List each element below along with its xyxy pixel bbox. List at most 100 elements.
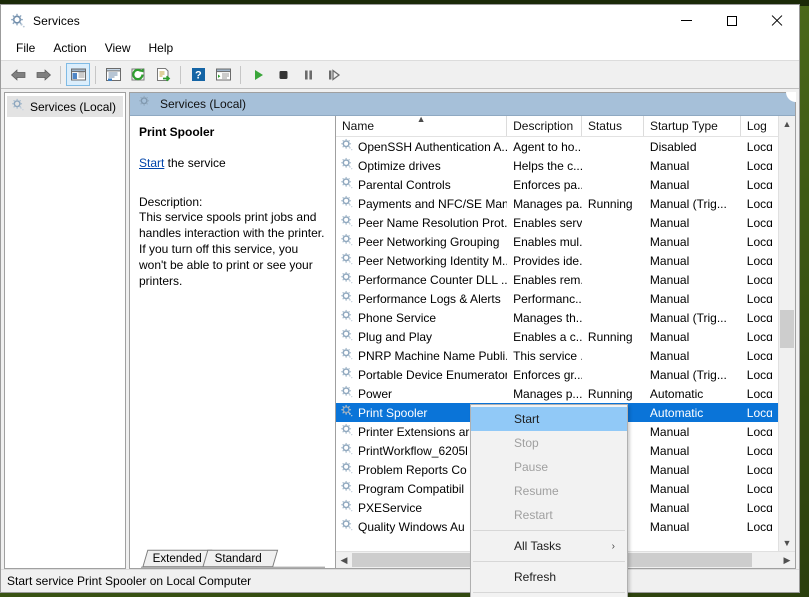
start-service-link[interactable]: Start	[139, 156, 164, 170]
scroll-down-arrow[interactable]: ▼	[779, 535, 795, 551]
table-row[interactable]: PNRP Machine Name Publi...This service .…	[336, 346, 778, 365]
table-row[interactable]: Payments and NFC/SE Man...Manages pa...R…	[336, 194, 778, 213]
cell-startup-type: Manual (Trig...	[644, 197, 741, 211]
service-name-label: Peer Networking Identity M...	[358, 254, 507, 268]
service-name-label: Payments and NFC/SE Man...	[358, 197, 507, 211]
cell-description: Provides ide...	[507, 254, 582, 268]
show-action-pane-icon[interactable]	[211, 63, 235, 86]
vertical-scroll-track[interactable]	[779, 132, 795, 535]
services-window: Services File Action View Help	[0, 4, 800, 593]
start-service-icon[interactable]	[246, 63, 270, 86]
help-icon[interactable]: ?	[186, 63, 210, 86]
cell-description: Enables mul...	[507, 235, 582, 249]
minimize-button[interactable]	[664, 5, 709, 36]
service-name-label: PrintWorkflow_6205l	[358, 444, 468, 458]
back-icon[interactable]	[6, 63, 30, 86]
column-header-name[interactable]: ▲ Name	[336, 116, 507, 136]
cell-description: Performanc...	[507, 292, 582, 306]
column-header-description[interactable]: Description	[507, 116, 582, 136]
restart-service-icon[interactable]	[321, 63, 345, 86]
service-details-panel: Print Spooler Start the service Descript…	[130, 116, 336, 568]
properties-icon[interactable]	[101, 63, 125, 86]
console-tree-pane: Services (Local)	[4, 92, 126, 569]
description-text: This service spools print jobs and handl…	[139, 209, 325, 289]
table-row[interactable]: Peer Networking GroupingEnables mul...Ma…	[336, 232, 778, 251]
vertical-scrollbar[interactable]: ▲ ▼	[778, 116, 795, 551]
table-row[interactable]: Peer Name Resolution Prot...Enables serv…	[336, 213, 778, 232]
cell-description: Enables rem...	[507, 273, 582, 287]
menu-item-start[interactable]: Start	[471, 407, 627, 431]
svg-text:Standard: Standard	[215, 552, 262, 565]
show-hide-console-tree-icon[interactable]	[66, 63, 90, 86]
menu-item-refresh[interactable]: Refresh	[471, 565, 627, 589]
stop-service-icon[interactable]	[271, 63, 295, 86]
menu-file[interactable]: File	[7, 38, 44, 58]
scroll-right-arrow[interactable]: ▶	[779, 552, 795, 568]
column-label: Startup Type	[650, 119, 718, 133]
table-row[interactable]: Parental ControlsEnforces pa...ManualLoc…	[336, 175, 778, 194]
status-bar: Start service Print Spooler on Local Com…	[1, 569, 799, 592]
table-row[interactable]: OpenSSH Authentication A...Agent to ho..…	[336, 137, 778, 156]
table-row[interactable]: Performance Logs & AlertsPerformanc...Ma…	[336, 289, 778, 308]
table-row[interactable]: Phone ServiceManages th...Manual (Trig..…	[336, 308, 778, 327]
cell-startup-type: Manual	[644, 330, 741, 344]
maximize-button[interactable]	[709, 5, 754, 36]
cell-description: Manages p...	[507, 387, 582, 401]
vertical-scroll-thumb[interactable]	[780, 310, 794, 348]
cell-startup-type: Manual	[644, 216, 741, 230]
window-title: Services	[33, 14, 80, 28]
cell-name: Parental Controls	[336, 176, 507, 193]
cell-logon-as: Locɑ	[741, 216, 778, 230]
refresh-icon[interactable]	[126, 63, 150, 86]
cell-logon-as: Locɑ	[741, 140, 778, 154]
table-row[interactable]: Optimize drivesHelps the c...ManualLocɑ	[336, 156, 778, 175]
cell-startup-type: Manual	[644, 520, 741, 534]
cell-description: Enables a c...	[507, 330, 582, 344]
service-name-label: Quality Windows Au	[358, 520, 465, 534]
table-row[interactable]: Plug and PlayEnables a c...RunningManual…	[336, 327, 778, 346]
cell-logon-as: Locɑ	[741, 330, 778, 344]
pause-service-icon[interactable]	[296, 63, 320, 86]
cell-startup-type: Manual	[644, 463, 741, 477]
service-gear-icon	[340, 290, 354, 307]
cell-name: Phone Service	[336, 309, 507, 326]
service-gear-icon	[340, 442, 354, 459]
menu-item-restart: Restart	[471, 503, 627, 527]
service-gear-icon	[340, 518, 354, 535]
cell-name: PNRP Machine Name Publi...	[336, 347, 507, 364]
scroll-up-arrow[interactable]: ▲	[779, 116, 795, 132]
cell-logon-as: Locɑ	[741, 235, 778, 249]
menu-action[interactable]: Action	[44, 38, 95, 58]
action-suffix-text: the service	[164, 156, 225, 170]
services-gear-icon	[11, 98, 25, 115]
service-name-label: Performance Counter DLL ...	[358, 273, 507, 287]
context-menu: StartStopPauseResumeRestartAll Tasks›Ref…	[470, 404, 628, 597]
menu-help[interactable]: Help	[140, 38, 183, 58]
column-label: Status	[588, 119, 622, 133]
export-list-icon[interactable]	[151, 63, 175, 86]
results-pane-title: Services (Local)	[160, 97, 246, 111]
sidebar-item-services-local[interactable]: Services (Local)	[7, 96, 123, 117]
scroll-left-arrow[interactable]: ◀	[336, 552, 352, 568]
column-header-startup-type[interactable]: Startup Type	[644, 116, 741, 136]
service-gear-icon	[340, 214, 354, 231]
table-row[interactable]: Portable Device Enumerator...Enforces gr…	[336, 365, 778, 384]
table-row[interactable]: Peer Networking Identity M...Provides id…	[336, 251, 778, 270]
menu-item-label: Stop	[514, 436, 539, 450]
menu-item-stop: Stop	[471, 431, 627, 455]
cell-logon-as: Locɑ	[741, 482, 778, 496]
table-row[interactable]: PowerManages p...RunningAutomaticLocɑ	[336, 384, 778, 403]
service-gear-icon	[340, 309, 354, 326]
cell-logon-as: Locɑ	[741, 387, 778, 401]
cell-startup-type: Manual (Trig...	[644, 311, 741, 325]
table-row[interactable]: Performance Counter DLL ...Enables rem..…	[336, 270, 778, 289]
forward-icon[interactable]	[31, 63, 55, 86]
menu-view[interactable]: View	[96, 38, 140, 58]
close-button[interactable]	[754, 5, 799, 36]
cell-name: Optimize drives	[336, 157, 507, 174]
column-header-status[interactable]: Status	[582, 116, 644, 136]
cell-startup-type: Manual	[644, 254, 741, 268]
service-name-label: Power	[358, 387, 392, 401]
column-header-logon-as[interactable]: Log	[741, 116, 778, 136]
menu-item-all-tasks[interactable]: All Tasks›	[471, 534, 627, 558]
